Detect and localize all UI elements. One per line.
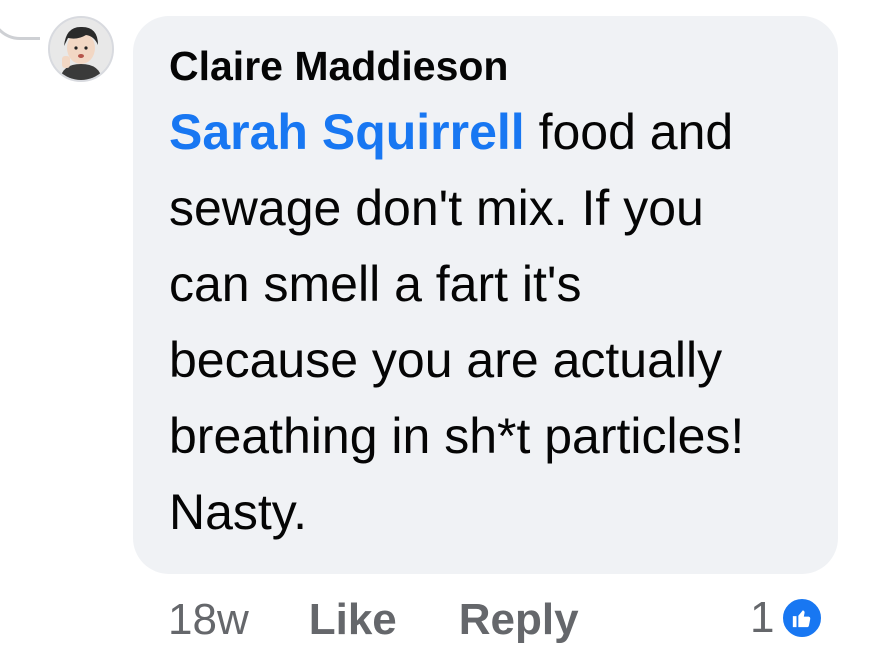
- comment-timestamp[interactable]: 18w: [168, 595, 249, 645]
- comment-actions: 18w Like Reply: [168, 590, 641, 650]
- reply-button[interactable]: Reply: [459, 595, 579, 645]
- avatar[interactable]: [48, 16, 114, 82]
- thread-connector-line: [0, 0, 40, 40]
- avatar-image: [50, 18, 112, 80]
- reaction-summary[interactable]: 1: [750, 588, 825, 648]
- comment-author-name[interactable]: Claire Maddieson: [169, 38, 804, 94]
- comment-bubble: Claire Maddieson Sarah Squirrell food an…: [133, 16, 838, 574]
- comment-text: food and sewage don't mix. If you can sm…: [169, 104, 745, 540]
- mention-link[interactable]: Sarah Squirrell: [169, 104, 525, 160]
- comment-body: Sarah Squirrell food and sewage don't mi…: [169, 94, 769, 550]
- like-button[interactable]: Like: [309, 595, 397, 645]
- reaction-count: 1: [750, 593, 775, 642]
- thumbs-up-icon: [780, 596, 825, 640]
